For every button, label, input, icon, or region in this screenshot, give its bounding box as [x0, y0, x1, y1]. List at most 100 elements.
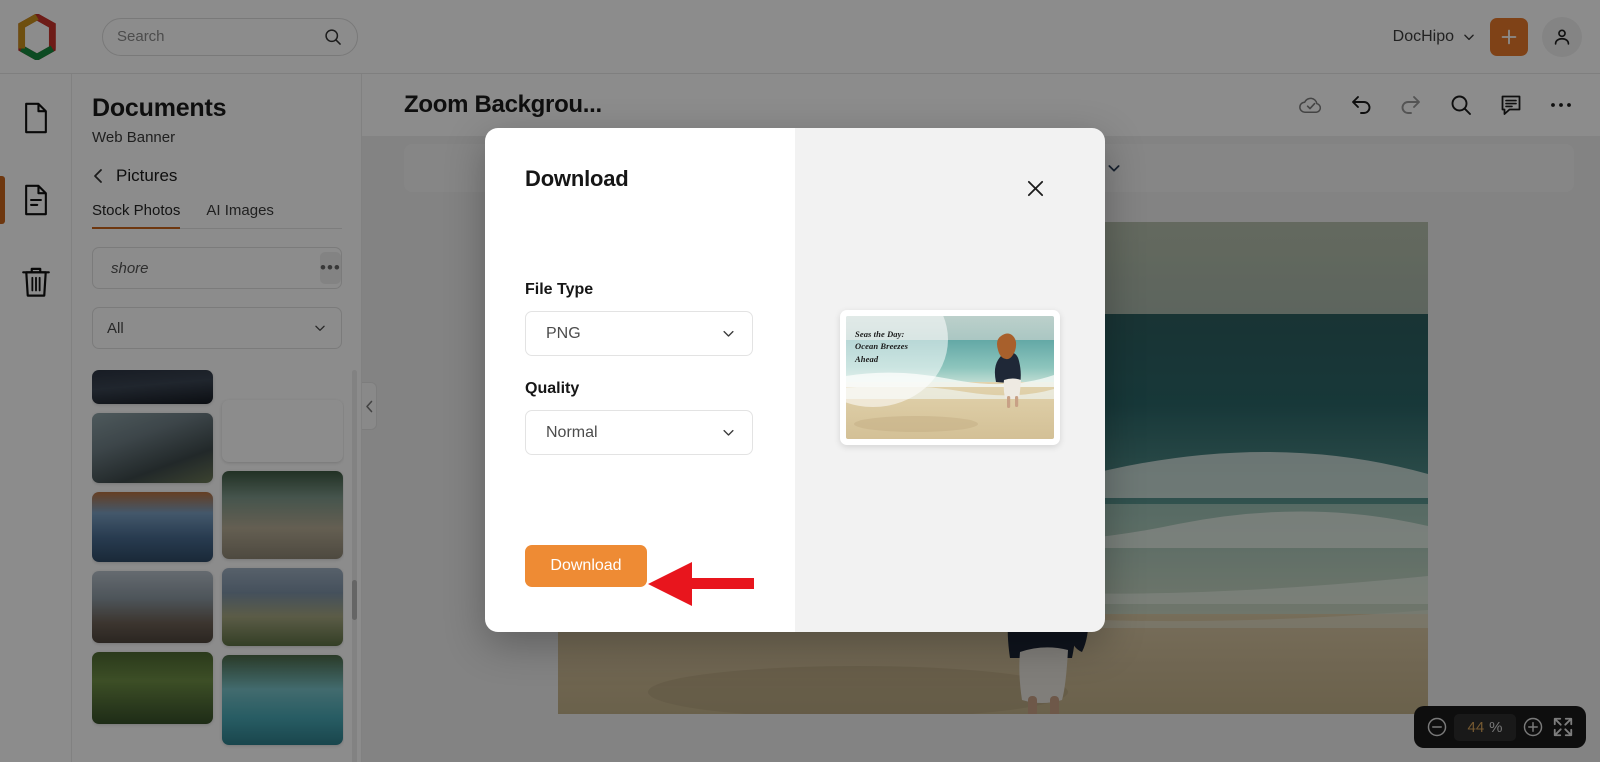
download-dialog-form: Download File Type PNG Quality Normal Do…: [485, 128, 795, 632]
preview-headline: Seas the Day: Ocean Breezes Ahead: [855, 328, 908, 365]
search-input[interactable]: [117, 28, 323, 45]
chevron-left-icon[interactable]: [92, 168, 104, 184]
fullscreen-button[interactable]: [1550, 714, 1576, 740]
document-title[interactable]: Zoom Backgrou...: [404, 91, 602, 119]
zoom-percentage: 44: [1467, 718, 1485, 736]
thumbnail-column-right: [222, 370, 343, 762]
scrollbar-thumb[interactable]: [352, 580, 357, 620]
undo-icon[interactable]: [1348, 92, 1374, 118]
quality-value: Normal: [546, 423, 598, 441]
documents-panel: Documents Web Banner Pictures Stock Phot…: [72, 74, 362, 762]
preview-headline-line-2: Ocean Breezes: [855, 341, 908, 352]
panel-collapse-handle[interactable]: [362, 382, 377, 430]
page-title: Documents: [92, 94, 227, 122]
stock-photo-thumbnail[interactable]: [92, 571, 213, 643]
panel-scrollbar[interactable]: [352, 370, 357, 762]
stock-photo-grid: [92, 370, 344, 762]
red-pointer-arrow: [648, 562, 754, 606]
download-button[interactable]: Download: [525, 545, 647, 587]
dochipo-logo-icon[interactable]: [14, 13, 60, 60]
breadcrumb-label: Pictures: [116, 166, 178, 185]
preview-image: Seas the Day: Ocean Breezes Ahead: [846, 316, 1054, 439]
thumbnail-image: [222, 400, 343, 462]
picture-search-input[interactable]: [111, 259, 312, 277]
thumbnail-image: [92, 413, 213, 483]
stock-photo-thumbnail[interactable]: [92, 370, 213, 404]
chevron-down-icon: [723, 330, 734, 337]
search-icon[interactable]: [1448, 92, 1474, 118]
thumbnail-image: [222, 655, 343, 745]
picture-search-options-button[interactable]: •••: [320, 252, 341, 284]
stock-photo-thumbnail[interactable]: [222, 400, 343, 462]
minus-circle-icon: [1427, 717, 1447, 737]
thumbnail-column-left: [92, 370, 213, 762]
editor-toolbar: [1298, 92, 1600, 118]
app-root: DocHipo: [0, 0, 1600, 762]
stock-photo-thumbnail[interactable]: [92, 652, 213, 724]
redo-icon[interactable]: [1398, 92, 1424, 118]
thumbnail-image: [92, 370, 213, 404]
cloud-saved-icon[interactable]: [1298, 92, 1324, 118]
zoom-control: 44 %: [1414, 706, 1586, 748]
chevron-down-icon: [723, 429, 734, 436]
expand-icon: [1553, 717, 1573, 737]
create-new-button[interactable]: [1490, 17, 1528, 56]
close-icon[interactable]: [1022, 175, 1048, 201]
tab-stock-photos[interactable]: Stock Photos: [92, 202, 181, 229]
stock-photo-thumbnail[interactable]: [222, 471, 343, 559]
preview-card: Seas the Day: Ocean Breezes Ahead: [840, 310, 1060, 445]
editor-header: Zoom Backgrou...: [362, 74, 1600, 136]
file-lines-icon: [24, 184, 47, 216]
chevron-down-icon: [315, 325, 325, 331]
account-menu[interactable]: DocHipo: [1393, 28, 1476, 46]
account-label: DocHipo: [1392, 27, 1454, 45]
sidebar-item-documents[interactable]: [0, 92, 72, 144]
thumbnail-image: [92, 652, 213, 724]
chevron-left-icon: [365, 400, 372, 412]
file-type-select[interactable]: PNG: [525, 311, 753, 356]
sidebar-item-templates[interactable]: [0, 174, 72, 226]
user-avatar-icon: [1554, 28, 1570, 45]
stock-photo-thumbnail[interactable]: [222, 568, 343, 646]
comment-icon[interactable]: [1498, 92, 1524, 118]
zoom-unit: %: [1489, 718, 1503, 736]
stock-photo-thumbnail[interactable]: [92, 492, 213, 562]
file-type-value: PNG: [546, 324, 581, 342]
sidebar-item-trash[interactable]: [0, 256, 72, 308]
chevron-down-icon: [1464, 34, 1474, 40]
chevron-down-icon[interactable]: [1106, 160, 1122, 176]
search-icon[interactable]: [323, 27, 343, 47]
picture-filter-value: All: [107, 319, 124, 337]
stock-photo-thumbnail[interactable]: [92, 413, 213, 483]
quality-select[interactable]: Normal: [525, 410, 753, 455]
plus-icon: [1501, 29, 1517, 44]
breadcrumb[interactable]: Pictures: [72, 146, 361, 186]
preview-headline-line-1: Seas the Day:: [855, 329, 905, 339]
quality-label: Quality: [525, 380, 580, 397]
thumbnail-image: [92, 571, 213, 643]
dialog-title: Download: [525, 166, 629, 191]
picture-search[interactable]: •••: [92, 247, 342, 289]
global-search[interactable]: [102, 17, 358, 56]
stock-photo-thumbnail[interactable]: [222, 655, 343, 745]
avatar[interactable]: [1542, 16, 1582, 57]
file-type-label: File Type: [525, 281, 594, 298]
picture-source-tabs: Stock Photos AI Images: [92, 202, 342, 229]
zoom-value-field[interactable]: 44 %: [1454, 713, 1516, 741]
download-dialog-preview-pane: Seas the Day: Ocean Breezes Ahead: [795, 128, 1105, 632]
plus-circle-icon: [1523, 717, 1543, 737]
top-bar: DocHipo: [0, 0, 1600, 74]
tab-ai-images[interactable]: AI Images: [206, 202, 274, 228]
zoom-out-button[interactable]: [1424, 714, 1450, 740]
file-blank-icon: [24, 102, 47, 134]
more-options-icon[interactable]: [1548, 92, 1574, 118]
picture-filter-select[interactable]: All: [92, 307, 342, 349]
thumbnail-image: [92, 492, 213, 562]
download-dialog: Download File Type PNG Quality Normal Do…: [485, 128, 1105, 632]
thumbnail-image: [222, 471, 343, 559]
top-bar-right: DocHipo: [1393, 16, 1600, 57]
preview-headline-line-3: Ahead: [855, 353, 879, 364]
left-icon-rail: [0, 74, 72, 762]
trash-icon: [21, 267, 50, 297]
zoom-in-button[interactable]: [1520, 714, 1546, 740]
